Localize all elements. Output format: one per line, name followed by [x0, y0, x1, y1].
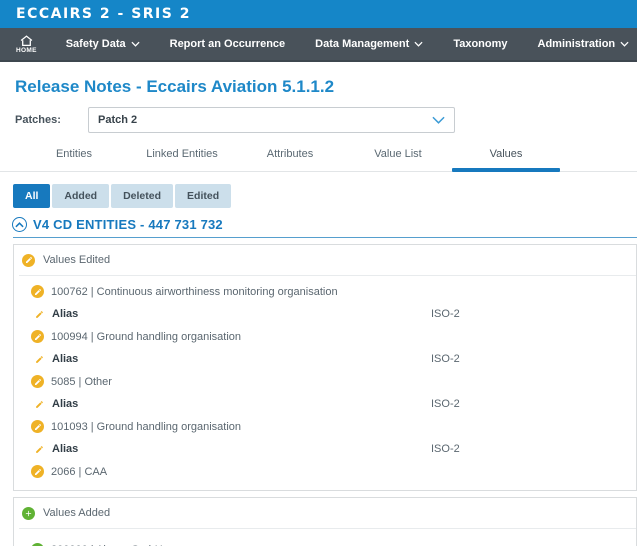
- pencil-circle-icon: [31, 330, 44, 343]
- pencil-circle-icon: [31, 420, 44, 433]
- filter-bar: All Added Deleted Edited: [13, 184, 637, 208]
- pencil-circle-icon: [31, 375, 44, 388]
- patches-selected-value: Patch 2: [98, 114, 137, 126]
- nav-item-safety-data[interactable]: Safety Data: [51, 28, 155, 60]
- filter-all-button[interactable]: All: [13, 184, 50, 208]
- values-edited-title: Values Edited: [43, 254, 110, 266]
- value-item-label: 100762 | Continuous airworthiness monito…: [51, 286, 338, 298]
- value-item-label: 100994 | Ground handling organisation: [51, 331, 241, 343]
- section-header-v4-cd-entities[interactable]: V4 CD ENTITIES - 447 731 732: [12, 217, 637, 232]
- patches-select[interactable]: Patch 2: [88, 107, 455, 133]
- pencil-icon: [35, 310, 45, 319]
- values-added-header: Values Added: [14, 498, 636, 528]
- value-item[interactable]: 100994 | Ground handling organisation: [14, 325, 636, 348]
- filter-deleted-button[interactable]: Deleted: [111, 184, 173, 208]
- value-item-label: 101093 | Ground handling organisation: [51, 421, 241, 433]
- main-nav: HOME Safety Data Report an Occurrence Da…: [0, 28, 637, 62]
- pencil-circle-icon: [31, 465, 44, 478]
- tab-values[interactable]: Values: [452, 145, 560, 172]
- value-item[interactable]: 2066 | CAA: [14, 460, 636, 483]
- chevron-down-icon: [414, 41, 423, 47]
- plus-circle-icon: [22, 507, 35, 520]
- chevron-down-icon: [131, 41, 140, 47]
- tab-attributes[interactable]: Attributes: [236, 145, 344, 172]
- patches-label: Patches:: [15, 114, 61, 126]
- main-content: Release Notes - Eccairs Aviation 5.1.1.2…: [0, 77, 637, 546]
- tab-bar: Entities Linked Entities Attributes Valu…: [0, 145, 637, 172]
- value-item-label: 2066 | CAA: [51, 466, 107, 478]
- attribute-name: Alias: [52, 353, 78, 365]
- chevron-down-icon: [620, 41, 629, 47]
- attribute-value: ISO-2: [431, 443, 460, 455]
- patches-row: Patches: Patch 2: [0, 107, 637, 133]
- filter-added-button[interactable]: Added: [52, 184, 109, 208]
- value-attribute-row: Alias ISO-2: [14, 303, 636, 325]
- nav-item-taxonomy[interactable]: Taxonomy: [438, 28, 522, 60]
- value-attribute-row: Alias ISO-2: [14, 438, 636, 460]
- app-window: ECCAIRS 2 - SRIS 2 HOME Safety Data Repo…: [0, 0, 637, 546]
- value-item[interactable]: 200000 | Airone GmbH: [14, 538, 636, 546]
- attribute-name: Alias: [52, 308, 78, 320]
- values-added-title: Values Added: [43, 507, 110, 519]
- values-added-card: Values Added 200000 | Airone GmbH: [13, 497, 637, 546]
- attribute-name: Alias: [52, 398, 78, 410]
- nav-item-label: Administration: [538, 38, 616, 50]
- nav-item-report-occurrence[interactable]: Report an Occurrence: [155, 28, 301, 60]
- value-attribute-row: Alias ISO-2: [14, 348, 636, 370]
- chevron-down-icon: [432, 111, 445, 129]
- value-item[interactable]: 5085 | Other: [14, 370, 636, 393]
- pencil-circle-icon: [31, 285, 44, 298]
- nav-home-label: HOME: [16, 47, 37, 54]
- nav-item-label: Data Management: [315, 38, 409, 50]
- page-title: Release Notes - Eccairs Aviation 5.1.1.2: [15, 77, 637, 97]
- value-item[interactable]: 100762 | Continuous airworthiness monito…: [14, 280, 636, 303]
- attribute-name: Alias: [52, 443, 78, 455]
- attribute-value: ISO-2: [431, 398, 460, 410]
- values-edited-card: Values Edited 100762 | Continuous airwor…: [13, 244, 637, 491]
- nav-home-button[interactable]: HOME: [0, 28, 51, 60]
- pencil-icon: [35, 445, 45, 454]
- value-attribute-row: Alias ISO-2: [14, 393, 636, 415]
- tab-linked-entities[interactable]: Linked Entities: [128, 145, 236, 172]
- value-item-label: 5085 | Other: [51, 376, 112, 388]
- tab-value-list[interactable]: Value List: [344, 145, 452, 172]
- pencil-circle-icon: [22, 254, 35, 267]
- nav-item-label: Safety Data: [66, 38, 126, 50]
- attribute-value: ISO-2: [431, 353, 460, 365]
- value-item[interactable]: 101093 | Ground handling organisation: [14, 415, 636, 438]
- pencil-icon: [35, 400, 45, 409]
- pencil-icon: [35, 355, 45, 364]
- nav-item-label: Taxonomy: [453, 38, 507, 50]
- attribute-value: ISO-2: [431, 308, 460, 320]
- tab-entities[interactable]: Entities: [20, 145, 128, 172]
- section-divider: [13, 237, 637, 238]
- home-icon: [20, 35, 33, 46]
- values-edited-header: Values Edited: [14, 245, 636, 275]
- top-bar: ECCAIRS 2 - SRIS 2: [0, 0, 637, 28]
- filter-edited-button[interactable]: Edited: [175, 184, 231, 208]
- app-logo[interactable]: ECCAIRS 2 - SRIS 2: [16, 6, 191, 22]
- chevron-up-circle-icon[interactable]: [12, 217, 27, 232]
- nav-item-administration[interactable]: Administration: [523, 28, 637, 60]
- nav-item-data-management[interactable]: Data Management: [300, 28, 438, 60]
- section-title: V4 CD ENTITIES - 447 731 732: [33, 217, 223, 232]
- nav-item-label: Report an Occurrence: [170, 38, 286, 50]
